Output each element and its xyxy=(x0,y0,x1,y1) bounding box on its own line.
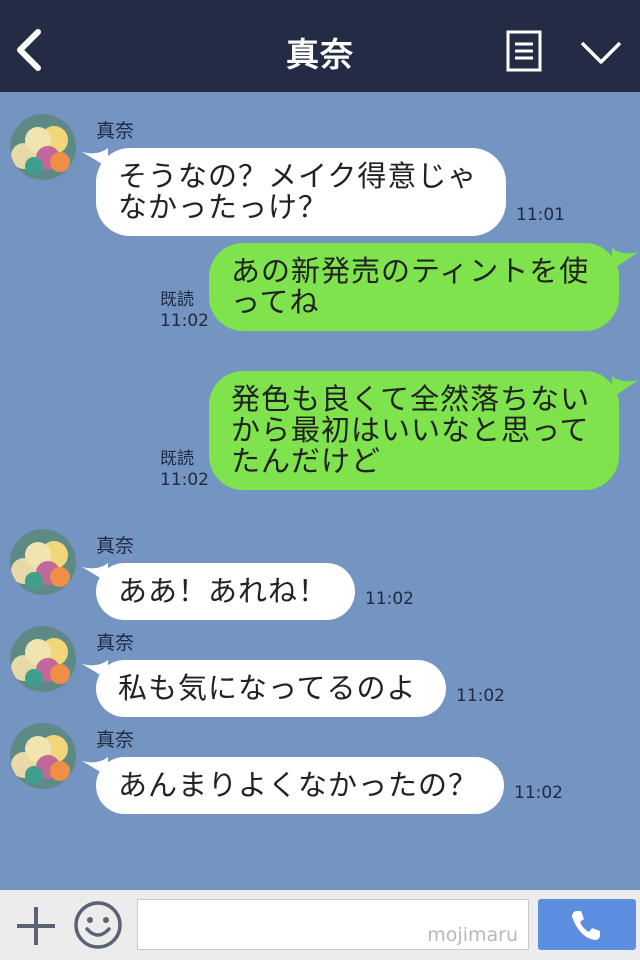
sender-name: 真奈 xyxy=(96,729,135,751)
balloons-avatar-icon xyxy=(11,735,70,784)
message-time: 11:02 xyxy=(160,311,209,331)
sender-name: 真奈 xyxy=(96,120,135,142)
chat-header: 真奈 xyxy=(0,0,640,92)
chevron-down-icon[interactable] xyxy=(580,40,622,66)
read-receipt: 既読 xyxy=(160,449,194,469)
avatar[interactable] xyxy=(10,626,76,692)
message-bubble[interactable]: あの新発売のティントを使 ってね xyxy=(209,243,619,331)
message-time: 11:02 xyxy=(456,686,505,706)
watermark: mojimaru xyxy=(427,924,518,946)
message-bubble[interactable]: ああ！あれね！ xyxy=(96,563,355,620)
avatar[interactable] xyxy=(10,529,76,595)
balloons-avatar-icon xyxy=(11,638,70,687)
message-time: 11:02 xyxy=(160,470,209,490)
message-bubble[interactable]: あんまりよくなかったの？ xyxy=(96,757,504,814)
balloons-avatar-icon xyxy=(11,541,70,590)
balloons-avatar-icon xyxy=(11,126,70,175)
message-time: 11:01 xyxy=(516,205,565,225)
phone-icon xyxy=(572,911,600,940)
message-time: 11:02 xyxy=(365,589,414,609)
sender-name: 真奈 xyxy=(96,632,135,654)
message-bubble[interactable]: そうなの？メイク得意じゃ なかったっけ？ xyxy=(96,148,506,236)
message-bubble[interactable]: 私も気になってるのよ xyxy=(96,660,446,717)
read-receipt: 既読 xyxy=(160,290,194,310)
emoji-icon[interactable] xyxy=(72,899,124,951)
compose-bar: mojimaru xyxy=(0,890,640,960)
chat-title: 真奈 xyxy=(286,35,354,74)
message-bubble[interactable]: 発色も良くて全然落ちない から最初はいいなと思って たんだけど xyxy=(209,371,619,490)
message-time: 11:02 xyxy=(514,783,563,803)
bubble-tail xyxy=(612,248,638,270)
avatar[interactable] xyxy=(10,114,76,180)
message-input[interactable]: mojimaru xyxy=(137,899,529,950)
notes-menu-icon[interactable] xyxy=(506,30,542,72)
bubble-tail xyxy=(612,376,638,398)
avatar[interactable] xyxy=(10,723,76,789)
sender-name: 真奈 xyxy=(96,535,135,557)
plus-icon[interactable] xyxy=(14,904,58,948)
call-button[interactable] xyxy=(538,899,636,950)
